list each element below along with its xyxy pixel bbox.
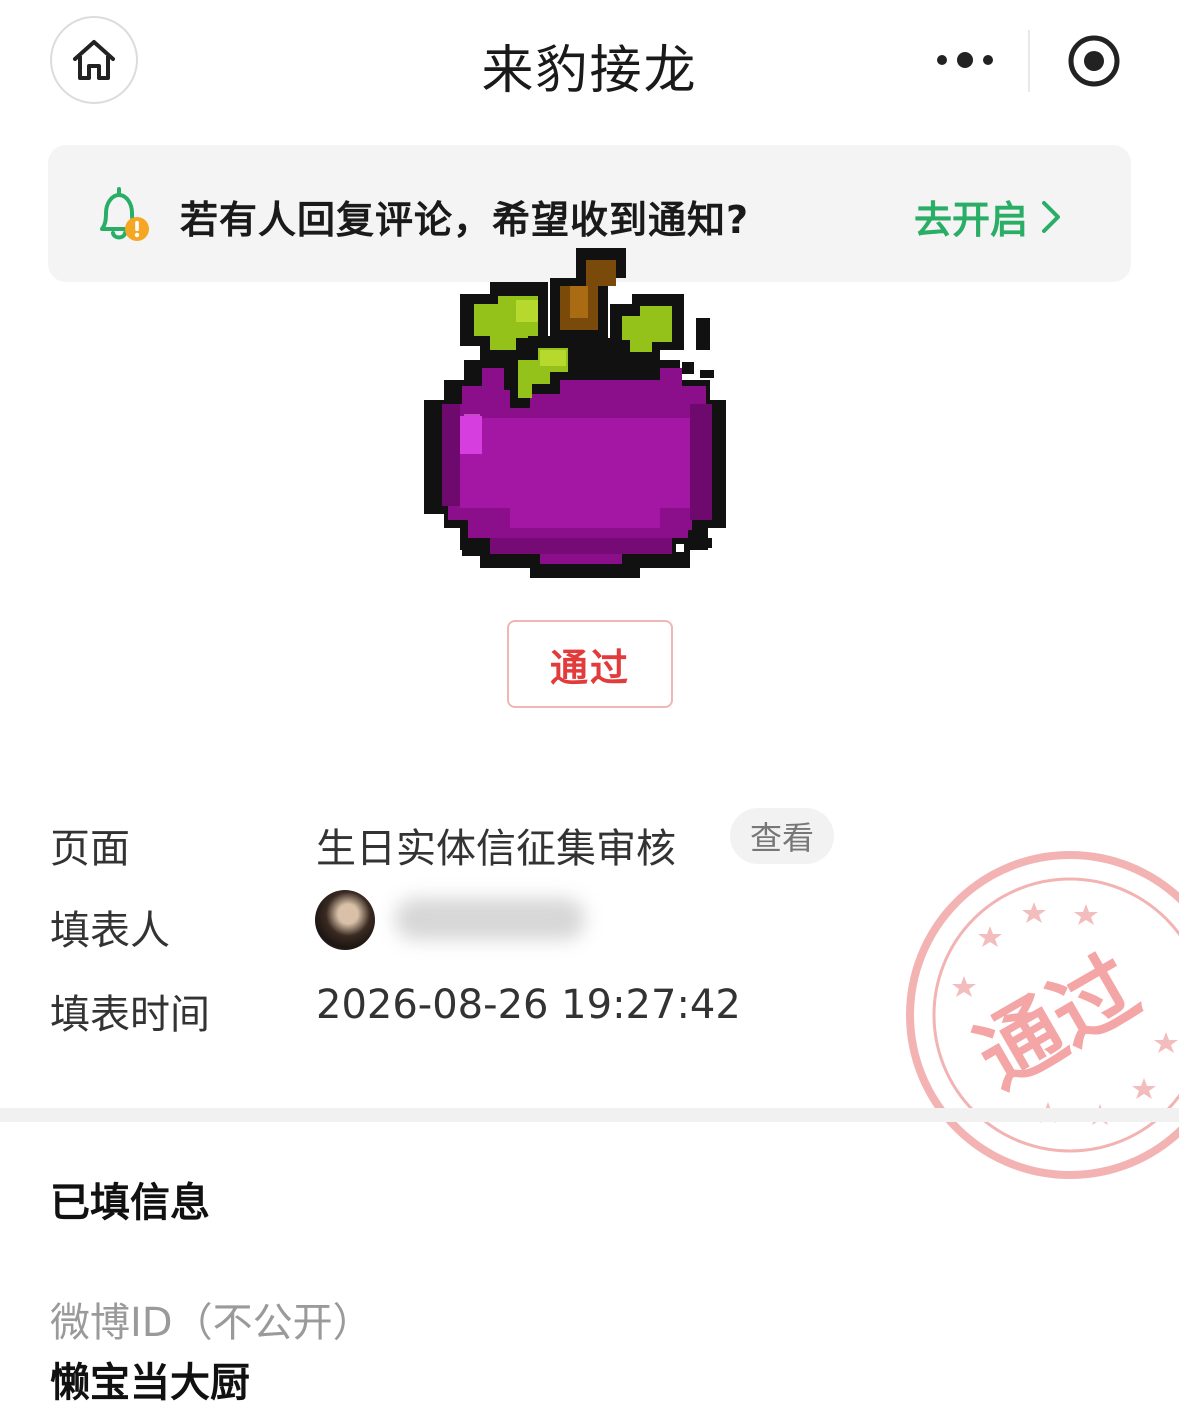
status-pass-button[interactable]: 通过 [507,620,673,708]
fill-time-label: 填表时间 [50,992,210,1038]
close-miniprogram-button[interactable] [1066,33,1122,89]
target-circle-icon [1068,35,1120,87]
more-dots-icon [937,52,993,68]
field-label: 微博ID（不公开） [50,1300,373,1346]
filled-info-title: 已填信息 [50,1180,210,1226]
avatar [315,890,375,950]
view-button[interactable]: 查看 [730,808,834,864]
approved-stamp: 通过 [906,851,1179,1179]
bell-alert-icon [100,187,149,241]
field-value: 懒宝当大厨 [50,1360,250,1406]
notification-text: 若有人回复评论，希望收到通知? [180,198,750,242]
blurred-filler-name [395,898,585,940]
pixel-mangosteen-image [424,248,726,578]
enable-notification-link[interactable]: 去开启 [914,189,1062,244]
filler-label: 填表人 [50,908,170,954]
stamp-text: 通过 [960,938,1155,1107]
page-value: 生日实体信征集审核 [316,826,676,872]
page-title: 来豹接龙 [481,41,698,101]
top-nav-bar: 来豹接龙 [0,0,1179,124]
chevron-right-icon [1042,200,1061,233]
fill-time-value: 2026-08-26 19:27:42 [316,982,741,1028]
capsule-divider [1028,30,1030,92]
section-divider [0,1108,1179,1122]
more-button[interactable] [934,42,996,78]
page-label: 页面 [50,826,130,872]
enable-notification-label: 去开启 [914,198,1029,242]
